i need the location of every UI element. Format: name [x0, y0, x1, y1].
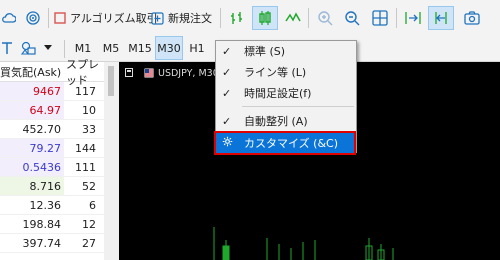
- menu-item-timeframes[interactable]: ✓ 時間足設定(f): [216, 83, 356, 103]
- table-row[interactable]: 79.27 144: [0, 139, 104, 158]
- market-watch-panel: 買気配(Ask) スプレッド 9467 117 64.97 10 452.70 33 79.…: [0, 58, 104, 260]
- menu-item-label: 時間足設定(f): [244, 87, 312, 100]
- table-row[interactable]: 8.716 52: [0, 177, 104, 196]
- highlight-box: [214, 131, 356, 155]
- scrollbar-thumb[interactable]: [108, 66, 114, 96]
- candle-body: [222, 245, 230, 260]
- menu-item-lines[interactable]: ✓ ライン等 (L): [216, 62, 356, 82]
- new-order-icon: [151, 11, 164, 25]
- timeframe-m30[interactable]: M30: [155, 36, 183, 60]
- ask-cell: 9467: [0, 82, 64, 100]
- chevron-down-icon[interactable]: [41, 38, 55, 58]
- algo-trading-button[interactable]: アルゴリズム取引: [54, 9, 158, 27]
- candlestick-chart-icon[interactable]: [252, 6, 278, 30]
- toolbar-separator: [220, 8, 221, 28]
- table-row[interactable]: 64.97 10: [0, 101, 104, 120]
- toolbar-separator: [308, 8, 309, 28]
- ask-cell: 198.84: [0, 215, 64, 233]
- toolbar-separator: [396, 8, 397, 28]
- spread-cell: 117: [75, 85, 96, 98]
- menu-item-label: 標準 (S): [244, 45, 286, 58]
- spread-cell: 27: [82, 237, 96, 250]
- menu-separator: [242, 106, 354, 107]
- main-toolbar: アルゴリズム取引 新規注文: [0, 0, 500, 36]
- new-order-label: 新規注文: [168, 12, 212, 25]
- market-watch-scrollbar[interactable]: [106, 62, 116, 260]
- timeframe-h1[interactable]: H1: [186, 36, 208, 60]
- auto-scroll-icon[interactable]: [402, 7, 424, 29]
- ask-cell: 79.27: [0, 139, 64, 157]
- tile-windows-icon[interactable]: [369, 7, 391, 29]
- spread-cell: 144: [75, 142, 96, 155]
- menu-item-auto-arrange[interactable]: ✓ 自動整列 (A): [216, 111, 356, 131]
- spread-cell: 52: [82, 180, 96, 193]
- menu-item-label: 自動整列 (A): [244, 115, 308, 128]
- text-tool-icon[interactable]: [0, 38, 14, 58]
- ask-cell: 397.74: [0, 234, 64, 252]
- screenshot-icon[interactable]: [460, 7, 484, 29]
- zoom-in-icon[interactable]: [314, 7, 336, 29]
- zoom-out-icon[interactable]: [341, 7, 363, 29]
- check-icon: ✓: [222, 86, 232, 100]
- table-row[interactable]: 9467 117: [0, 82, 104, 101]
- table-row[interactable]: 0.5436 111: [0, 158, 104, 177]
- table-row[interactable]: 12.36 6: [0, 196, 104, 215]
- toolbar-separator: [64, 40, 65, 58]
- shapes-icon[interactable]: [18, 38, 40, 58]
- stop-icon: [54, 12, 66, 24]
- new-order-button[interactable]: 新規注文: [151, 9, 212, 27]
- check-icon: ✓: [222, 44, 232, 58]
- ask-cell: 452.70: [0, 120, 64, 138]
- table-row[interactable]: 452.70 33: [0, 120, 104, 139]
- bar-chart-icon[interactable]: [226, 7, 248, 29]
- line-chart-icon[interactable]: [282, 7, 304, 29]
- menu-item-label: ライン等 (L): [244, 66, 307, 79]
- ask-cell: 8.716: [0, 177, 64, 195]
- table-row[interactable]: 397.74 27: [0, 234, 104, 253]
- chart-shift-icon[interactable]: [428, 6, 454, 30]
- cloud-icon[interactable]: [0, 8, 18, 28]
- signal-icon[interactable]: [22, 8, 44, 28]
- ask-column-header[interactable]: 買気配(Ask): [0, 62, 64, 81]
- market-watch-header: 買気配(Ask) スプレッド: [0, 58, 104, 87]
- spread-cell: 111: [75, 161, 96, 174]
- spread-cell: 12: [82, 218, 96, 231]
- spread-cell: 6: [89, 199, 96, 212]
- ask-cell: 0.5436: [0, 158, 64, 176]
- spread-cell: 33: [82, 123, 96, 136]
- toolbar-separator: [48, 8, 49, 28]
- check-icon: ✓: [222, 114, 232, 128]
- ask-cell: 12.36: [0, 196, 64, 214]
- market-watch-rows: 9467 117 64.97 10 452.70 33 79.27 144 0.5436 111 8…: [0, 82, 104, 253]
- spread-cell: 10: [82, 104, 96, 117]
- spread-column-header[interactable]: スプレッド: [64, 58, 104, 87]
- ask-cell: 64.97: [0, 101, 64, 119]
- check-icon: ✓: [222, 65, 232, 79]
- timeframe-m15[interactable]: M15: [126, 36, 154, 60]
- table-row[interactable]: 198.84 12: [0, 215, 104, 234]
- algo-trading-label: アルゴリズム取引: [70, 12, 158, 25]
- menu-item-standard[interactable]: ✓ 標準 (S): [216, 41, 356, 61]
